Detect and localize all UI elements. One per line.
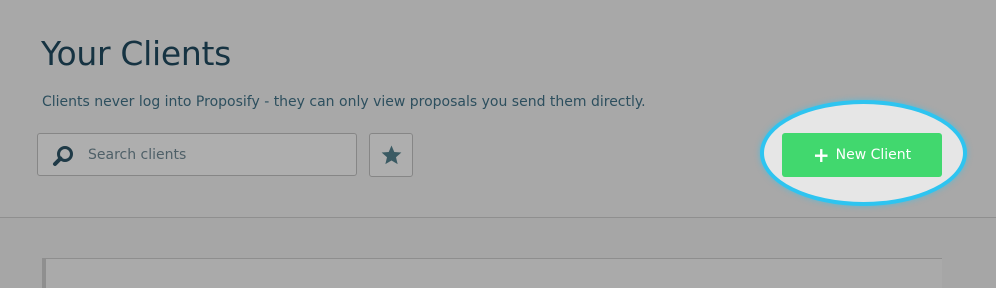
header-divider (0, 217, 996, 218)
favorites-filter-button[interactable] (369, 133, 413, 177)
page-subtitle: Clients never log into Proposify - they … (42, 94, 646, 110)
plus-icon: + (812, 143, 830, 167)
page-title: Your Clients (41, 34, 232, 73)
star-icon (381, 145, 402, 165)
new-client-label: New Client (835, 147, 912, 163)
search-input[interactable] (88, 134, 348, 175)
search-box[interactable] (37, 133, 357, 176)
search-icon (53, 146, 73, 166)
new-client-button[interactable]: + New Client (782, 133, 942, 177)
client-list-card (42, 258, 942, 288)
page-header: Your Clients Clients never log into Prop… (0, 0, 996, 217)
